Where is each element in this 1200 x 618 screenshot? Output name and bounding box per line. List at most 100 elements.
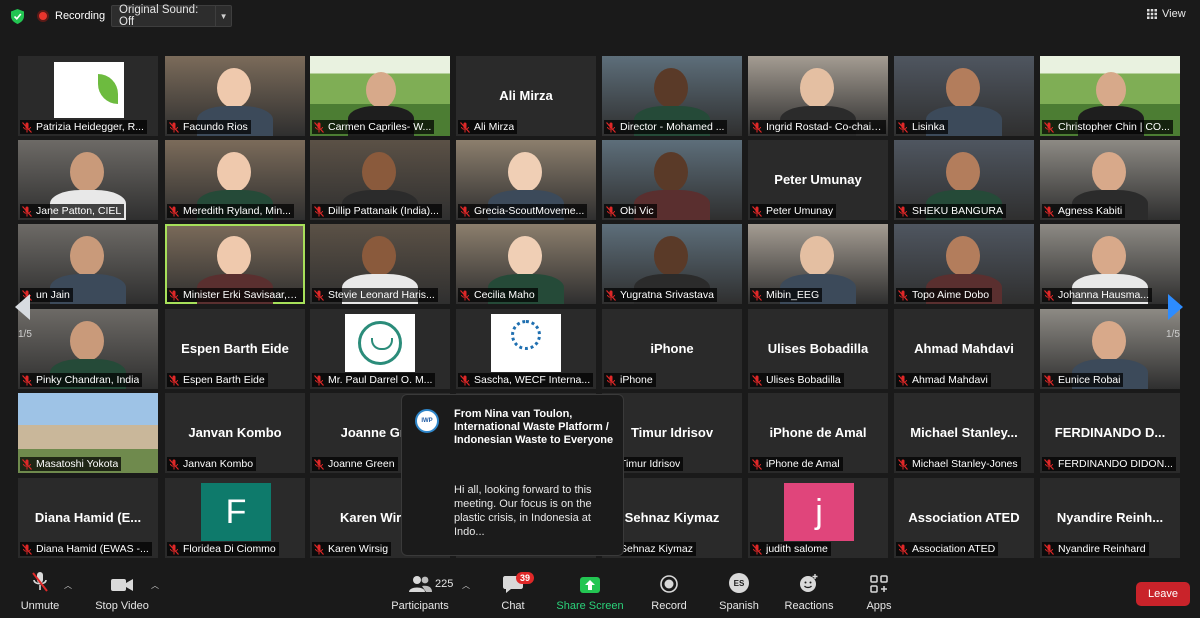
participant-tile[interactable]: Janvan Kombo Janvan Kombo [165, 393, 305, 473]
muted-mic-icon [606, 289, 616, 301]
participant-face [946, 152, 980, 192]
participant-tile[interactable]: Peter Umunay Peter Umunay [748, 140, 888, 220]
participant-tile[interactable]: Mibin_EEG [748, 224, 888, 304]
participant-name-tag: Johanna Hausma... [1042, 288, 1153, 302]
participant-tile[interactable]: Minister Erki Savisaar, E... [165, 224, 305, 304]
participant-tile[interactable]: Ahmad Mahdavi Ahmad Mahdavi [894, 309, 1034, 389]
participant-name-tag: Dillip Pattanaik (India)... [312, 204, 442, 218]
grid-view-icon [1147, 9, 1157, 19]
leave-button[interactable]: Leave [1136, 582, 1190, 606]
participant-name-tag: Eunice Robai [1042, 373, 1124, 387]
participant-tile[interactable]: Christopher Chin | CO... [1040, 56, 1180, 136]
view-button[interactable]: View [1147, 8, 1186, 20]
participant-name: Dillip Pattanaik (India)... [328, 205, 439, 217]
participant-name: iPhone de Amal [766, 458, 840, 470]
next-page-arrow-icon[interactable] [1168, 294, 1183, 320]
participant-tile[interactable]: j judith salome [748, 478, 888, 558]
participant-tile[interactable]: Ulises Bobadilla Ulises Bobadilla [748, 309, 888, 389]
reactions-button[interactable]: Reactions [785, 568, 833, 618]
muted-mic-icon [460, 205, 470, 217]
participant-name: Carmen Capriles- W... [328, 121, 432, 133]
participant-name-tag: Pinky Chandran, India [20, 373, 143, 387]
participant-tile[interactable]: un Jain [18, 224, 158, 304]
audio-options-chevron-icon[interactable]: ︿ [64, 580, 72, 591]
participant-display-name: Espen Barth Eide [181, 341, 289, 356]
video-options-chevron-icon[interactable]: ︿ [151, 580, 159, 591]
participant-face [800, 236, 834, 276]
record-label: Record [651, 600, 687, 612]
participant-name-tag: Cecilia Maho [458, 288, 538, 302]
muted-microphone-icon [32, 572, 48, 592]
record-button[interactable]: Record [651, 568, 687, 618]
participant-name: Mr. Paul Darrel O. M... [328, 374, 433, 386]
participant-tile[interactable]: Carmen Capriles- W... [310, 56, 450, 136]
participant-tile[interactable]: Meredith Ryland, Min... [165, 140, 305, 220]
participant-tile[interactable]: Grecia-ScoutMoveme... [456, 140, 596, 220]
participant-name-tag: Christopher Chin | CO... [1042, 120, 1173, 134]
participants-options-chevron-icon[interactable]: ︿ [462, 580, 470, 591]
muted-mic-icon [169, 374, 179, 386]
shield-icon[interactable] [11, 9, 24, 24]
participant-tile[interactable]: Diana Hamid (E... Diana Hamid (EWAS -... [18, 478, 158, 558]
participant-tile[interactable]: Eunice Robai [1040, 309, 1180, 389]
participant-tile[interactable]: Pinky Chandran, India [18, 309, 158, 389]
share-screen-button[interactable]: Share Screen [556, 568, 624, 618]
participant-tile[interactable]: Michael Stanley... Michael Stanley-Jones [894, 393, 1034, 473]
participant-name: Director - Mohamed ... [620, 121, 725, 133]
muted-mic-icon [752, 374, 762, 386]
interpretation-button[interactable]: ES Spanish [719, 568, 759, 618]
participant-display-name: iPhone de Amal [769, 425, 867, 440]
participant-tile[interactable]: Agness Kabiti [1040, 140, 1180, 220]
participant-tile[interactable]: SHEKU BANGURA [894, 140, 1034, 220]
participant-tile[interactable]: Espen Barth Eide Espen Barth Eide [165, 309, 305, 389]
participant-tile[interactable]: Nyandire Reinh... Nyandire Reinhard [1040, 478, 1180, 558]
muted-mic-icon [898, 289, 908, 301]
participant-tile[interactable]: Patrizia Heidegger, R... [18, 56, 158, 136]
participant-tile[interactable]: Mr. Paul Darrel O. M... [310, 309, 450, 389]
original-sound-dropdown[interactable]: Original Sound: Off ▼ [111, 4, 232, 28]
muted-mic-icon [606, 121, 616, 133]
participant-tile[interactable]: Obi Vic [602, 140, 742, 220]
participant-tile[interactable]: Masatoshi Yokota [18, 393, 158, 473]
meeting-toolbar: Unmute ︿ Stop Video ︿ Participants ︿ Cha… [0, 568, 1200, 618]
page-indicator-left: 1/5 [18, 329, 32, 340]
participant-tile[interactable]: Ingrid Rostad- Co-chair, ... [748, 56, 888, 136]
recording-indicator[interactable]: Recording [37, 6, 105, 26]
spanish-label: Spanish [719, 600, 759, 612]
muted-mic-icon [169, 205, 179, 217]
participant-tile[interactable]: Topo Aime Dobo [894, 224, 1034, 304]
participant-name: Karen Wirsig [328, 543, 389, 555]
muted-mic-icon [169, 458, 179, 470]
muted-mic-icon [460, 121, 470, 133]
participant-tile[interactable]: Association ATED Association ATED [894, 478, 1034, 558]
participant-tile[interactable]: Stevie Leonard Haris... [310, 224, 450, 304]
participant-tile[interactable]: Yugratna Srivastava [602, 224, 742, 304]
chat-message-preview: Hi all, looking forward to this meeting.… [454, 484, 592, 538]
previous-page-arrow-icon[interactable] [15, 294, 30, 320]
chat-notification-popup[interactable]: IWP From Nina van Toulon, International … [401, 394, 624, 556]
unmute-button[interactable]: Unmute [18, 568, 62, 618]
participant-tile[interactable]: Johanna Hausma... [1040, 224, 1180, 304]
participant-tile[interactable]: Cecilia Maho [456, 224, 596, 304]
participant-tile[interactable]: Facundo Rios [165, 56, 305, 136]
participant-tile[interactable]: Lisinka [894, 56, 1034, 136]
participant-tile[interactable]: Dillip Pattanaik (India)... [310, 140, 450, 220]
chevron-down-icon[interactable]: ▼ [215, 6, 231, 26]
muted-mic-icon [898, 121, 908, 133]
apps-button[interactable]: Apps [864, 568, 894, 618]
participant-tile[interactable]: F Floridea Di Ciommo [165, 478, 305, 558]
participant-tile[interactable]: Sascha, WECF Interna... [456, 309, 596, 389]
participant-name: Obi Vic [620, 205, 654, 217]
participant-name: Janvan Kombo [183, 458, 254, 470]
participant-tile[interactable]: Jane Patton, CIEL [18, 140, 158, 220]
page-indicator-right: 1/5 [1166, 329, 1180, 340]
participant-tile[interactable]: Director - Mohamed ... [602, 56, 742, 136]
participant-tile[interactable]: iPhone de Amal iPhone de Amal [748, 393, 888, 473]
participant-tile[interactable]: Ali Mirza Ali Mirza [456, 56, 596, 136]
stop-video-button[interactable]: Stop Video [94, 568, 150, 618]
participant-tile[interactable]: iPhone iPhone [602, 309, 742, 389]
participants-button[interactable]: Participants [391, 568, 449, 618]
participant-name: Pinky Chandran, India [36, 374, 140, 386]
participant-name-tag: Nyandire Reinhard [1042, 542, 1149, 556]
participant-tile[interactable]: FERDINANDO D... FERDINANDO DIDON... [1040, 393, 1180, 473]
